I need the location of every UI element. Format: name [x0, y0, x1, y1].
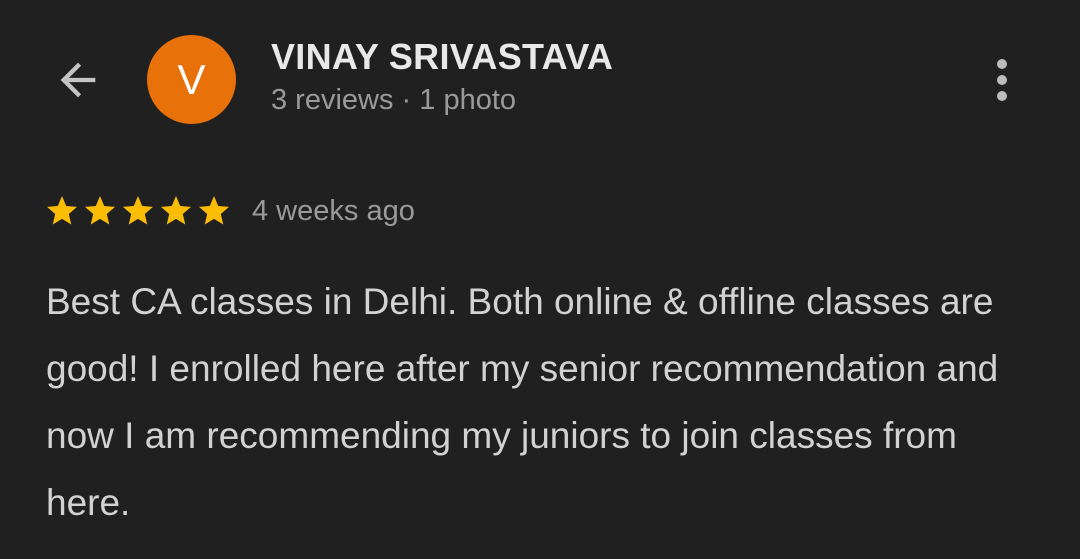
- reviewer-name[interactable]: VINAY SRIVASTAVA: [271, 36, 613, 78]
- more-vert-icon-dot: [997, 75, 1007, 85]
- star-icon: [199, 196, 229, 225]
- rating-row: 4 weeks ago: [44, 188, 415, 234]
- review-text: Best CA classes in Delhi. Both online & …: [46, 281, 999, 523]
- more-vert-icon-dot: [997, 59, 1007, 69]
- more-options-button[interactable]: [980, 52, 1024, 108]
- avatar[interactable]: V: [147, 35, 236, 124]
- arrow-left-icon: [60, 62, 96, 98]
- avatar-letter: V: [177, 55, 206, 103]
- review-time: 4 weeks ago: [252, 194, 415, 227]
- star-icon: [123, 196, 153, 225]
- more-vert-icon-dot: [997, 91, 1007, 101]
- star-icon: [161, 196, 191, 225]
- star-icon: [85, 196, 115, 225]
- back-button[interactable]: [48, 52, 108, 108]
- star-rating: [44, 193, 232, 229]
- reviewer-stats: 3 reviews · 1 photo: [271, 84, 517, 116]
- star-icon: [47, 196, 77, 225]
- review-header: V VINAY SRIVASTAVA 3 reviews · 1 photo: [0, 0, 1080, 160]
